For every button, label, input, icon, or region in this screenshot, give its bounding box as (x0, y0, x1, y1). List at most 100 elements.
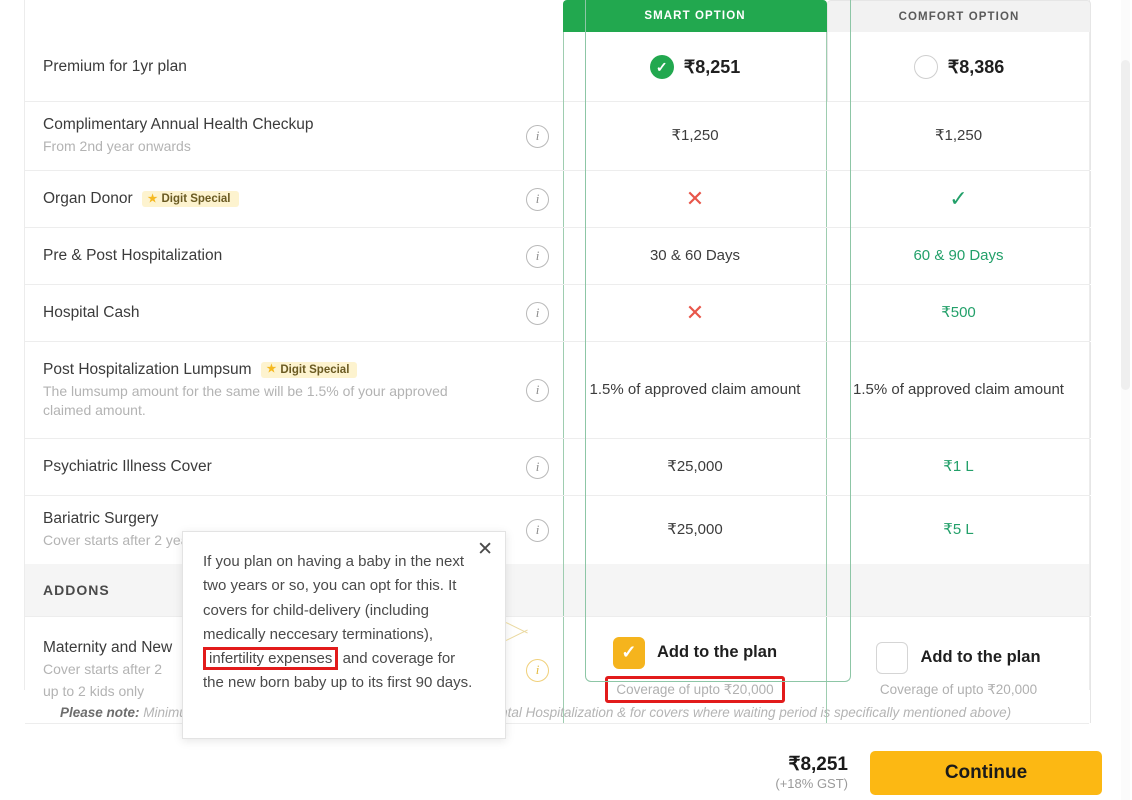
please-note-line2: mentioned above) (903, 705, 1012, 720)
addons-band-comfort (827, 564, 1091, 616)
continue-button[interactable]: Continue (870, 750, 1102, 795)
price-cell-comfort[interactable]: ₹8,386 (827, 32, 1091, 102)
cell-value: ₹25,000 (667, 458, 723, 476)
row-value-smart: 1.5% of approved claim amount (563, 342, 827, 438)
row-title-text: Hospital Cash (43, 304, 140, 321)
cell-value: ₹5 L (943, 521, 974, 539)
checkbox-smart-checked[interactable]: ✓ (612, 636, 645, 669)
row-texts: Hospital Cash (43, 304, 140, 322)
row-texts: Complimentary Annual Health Checkup From … (43, 116, 314, 156)
tab-comfort-label: COMFORT OPTION (898, 10, 1020, 23)
price-cell-smart[interactable]: ✓ ₹8,251 (563, 32, 827, 102)
tab-smart-option[interactable]: SMART OPTION (563, 0, 827, 32)
row-texts: Pre & Post Hospitalization (43, 247, 222, 265)
cell-value: ₹500 (941, 304, 976, 322)
checkbox-comfort-unchecked[interactable] (876, 641, 909, 674)
info-icon[interactable]: i (526, 378, 549, 402)
cross-icon: ✕ (685, 186, 705, 211)
addons-section-label: ADDONS (43, 582, 110, 598)
star-icon: ★ (147, 192, 158, 205)
info-icon[interactable]: i (526, 518, 549, 542)
radio-smart-selected[interactable]: ✓ (649, 55, 674, 79)
tooltip-body: If you plan on having a baby in the next… (203, 550, 479, 696)
premium-texts: Premium for 1yr plan (43, 58, 187, 76)
star-icon: ★ (266, 363, 277, 376)
row-title-text: Psychiatric Illness Cover (43, 458, 212, 475)
cell-value: 30 & 60 Days (649, 247, 741, 265)
row-title: Psychiatric Illness Cover (43, 458, 212, 476)
page-root: SMART OPTION COMFORT OPTION Premium for … (0, 0, 1132, 800)
info-icon[interactable]: i (526, 244, 549, 268)
cell-value: ₹1 L (943, 458, 974, 476)
price-comfort: ₹8,386 (947, 56, 1005, 77)
cell-value: ₹1,250 (671, 127, 719, 145)
row-feature-cell: Pre & Post Hospitalization i (25, 228, 563, 284)
cell-value: 60 & 90 Days (913, 247, 1004, 265)
footer-amount: ₹8,251 (788, 753, 848, 775)
row-feature-cell: Complimentary Annual Health Checkup From … (25, 102, 563, 170)
row-title: Organ Donor ★ Digit Special (43, 190, 239, 208)
add-to-plan-comfort-label: Add to the plan (920, 648, 1041, 666)
row-title-text: Complimentary Annual Health Checkup (43, 116, 314, 134)
row-feature-cell: Hospital Cash i (25, 285, 563, 341)
info-icon[interactable]: i (526, 455, 549, 479)
tooltip-pointer-arrow (506, 620, 528, 642)
add-to-plan-comfort[interactable]: Add to the plan (876, 641, 1041, 674)
table-row: Pre & Post Hospitalization i 30 & 60 Days 6… (25, 228, 1091, 285)
row-value-comfort: 60 & 90 Days (827, 228, 1091, 284)
row-texts: Psychiatric Illness Cover (43, 458, 212, 476)
table-row: Hospital Cash i ✕ ₹500 (25, 285, 1091, 342)
row-feature-cell: Post Hospitalization Lumpsum ★ Digit Speci… (25, 342, 563, 438)
footer-price-block: ₹8,251 (+18% GST) (775, 753, 848, 793)
cell-value: ₹25,000 (667, 521, 723, 539)
check-icon: ✓ (949, 186, 968, 211)
please-note-prefix: Please note: (60, 705, 140, 720)
add-to-plan-smart-label: Add to the plan (656, 643, 778, 661)
tab-smart-label: SMART OPTION (644, 10, 746, 22)
feature-rows-container: Complimentary Annual Health Checkup From … (25, 102, 1091, 564)
row-title: Complimentary Annual Health Checkup (43, 116, 314, 134)
close-icon[interactable]: ✕ (477, 540, 493, 559)
info-icon[interactable]: i (526, 301, 549, 325)
row-value-comfort: ✓ (827, 171, 1091, 227)
row-value-smart: 30 & 60 Days (563, 228, 827, 284)
row-value-comfort: 1.5% of approved claim amount (827, 342, 1091, 438)
digit-special-label: Digit Special (161, 193, 231, 205)
row-title: Hospital Cash (43, 304, 140, 322)
radio-comfort-unselected[interactable] (913, 55, 938, 79)
maternity-texts: Maternity and New Cover starts after 2 u… (43, 639, 172, 701)
digit-special-badge: ★ Digit Special (260, 361, 358, 378)
premium-row: Premium for 1yr plan ✓ ₹8,251 ₹8,386 (25, 32, 1091, 102)
digit-special-badge: ★ Digit Special (141, 191, 239, 207)
tab-comfort-option[interactable]: COMFORT OPTION (827, 0, 1091, 32)
info-icon[interactable]: i (526, 124, 549, 148)
cell-value: 1.5% of approved claim amount (589, 381, 801, 399)
table-row: Psychiatric Illness Cover i ₹25,000 ₹1 L (25, 439, 1091, 496)
please-note-line1a: Minimu (143, 705, 187, 720)
row-value-smart: ₹25,000 (563, 439, 827, 495)
plan-header-tabs: SMART OPTION COMFORT OPTION (25, 0, 1091, 32)
row-title-text: Pre & Post Hospitalization (43, 247, 223, 264)
footer-bar: ₹8,251 (+18% GST) Continue (0, 745, 1132, 800)
row-texts: Post Hospitalization Lumpsum ★ Digit Speci… (43, 361, 483, 420)
row-subtitle: From 2nd year onwards (43, 138, 191, 155)
price-smart: ₹8,251 (683, 56, 741, 77)
page-scrollbar-thumb[interactable] (1121, 60, 1130, 390)
row-value-smart: ✕ (563, 171, 827, 227)
premium-title: Premium for 1yr plan (43, 57, 187, 75)
row-feature-cell: Organ Donor ★ Digit Special i (25, 171, 563, 227)
addons-band-smart (563, 564, 827, 616)
row-value-smart: ₹1,250 (563, 102, 827, 170)
tooltip-highlight: infertility expenses (203, 647, 339, 671)
row-title: Pre & Post Hospitalization (43, 247, 222, 265)
footer-gst-note: (+18% GST) (775, 776, 848, 792)
maternity-sub-1: Cover starts after 2 (43, 661, 163, 678)
row-value-comfort: ₹1 L (827, 439, 1091, 495)
info-icon-maternity[interactable]: i (526, 658, 549, 682)
row-texts: Organ Donor ★ Digit Special (43, 190, 239, 208)
row-subtitle: The lumsump amount for the same will be … (43, 382, 448, 418)
info-icon[interactable]: i (526, 187, 549, 211)
maternity-info-tooltip: ✕ If you plan on having a baby in the ne… (182, 531, 506, 739)
row-value-comfort: ₹500 (827, 285, 1091, 341)
add-to-plan-smart[interactable]: ✓ Add to the plan (612, 636, 778, 669)
